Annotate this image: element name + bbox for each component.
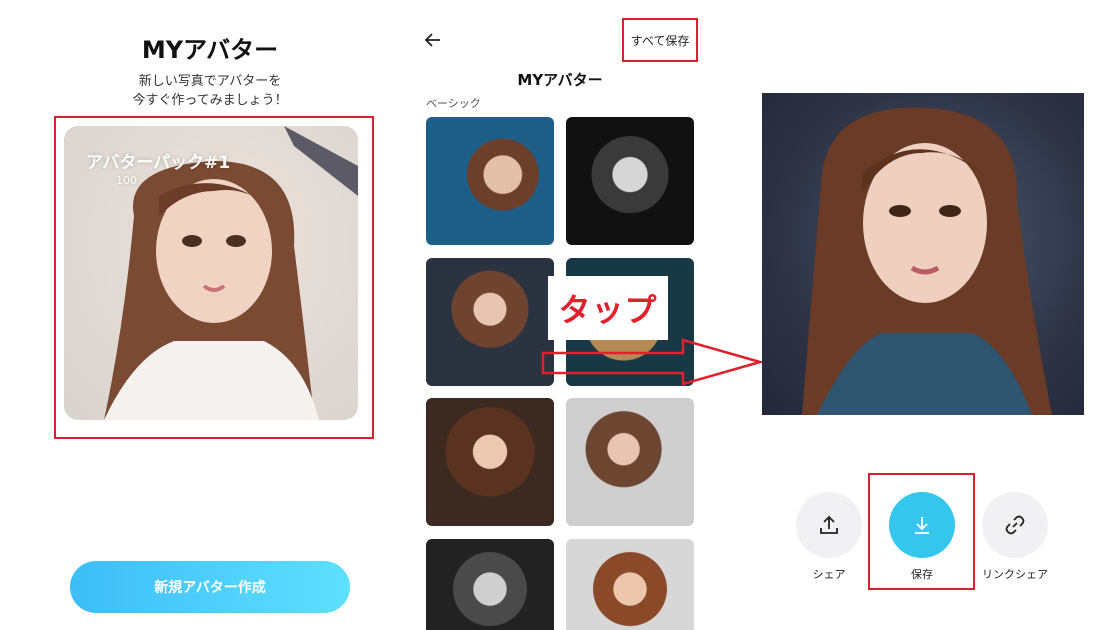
avatar-thumbnail[interactable] [566,117,694,245]
tap-annotation-text: タップ [558,291,658,329]
page-title: MYアバター [141,36,279,64]
upload-icon [820,515,838,534]
highlight-box-save [868,473,975,590]
avatar-thumbnail[interactable] [566,539,694,630]
annotation-arrow-icon [541,338,765,386]
share-button[interactable] [796,492,862,558]
avatar-thumbnail[interactable] [426,539,554,630]
link-share-button[interactable] [982,492,1048,558]
highlight-box-avatar-card [54,116,374,439]
avatar-thumbnail[interactable] [426,398,554,526]
gallery-title: MYアバター [517,71,603,89]
create-avatar-button[interactable]: 新規アバター作成 [70,561,350,613]
subtitle-line-1: 新しい写真でアバターを [138,74,282,89]
avatar-thumbnail[interactable] [426,117,554,245]
back-arrow-icon[interactable] [424,30,442,54]
tap-annotation: タップ [548,276,668,340]
subtitle-line-2: 今すぐ作ってみましょう！ [132,93,288,108]
share-label: シェア [812,568,846,581]
selected-avatar-preview [762,93,1084,415]
section-label-basic: ベーシック [426,97,481,110]
avatar-thumbnail[interactable] [566,398,694,526]
save-all-button[interactable]: すべて保存 [622,18,698,62]
link-share-label: リンクシェア [982,568,1048,581]
link-icon [1005,515,1025,535]
